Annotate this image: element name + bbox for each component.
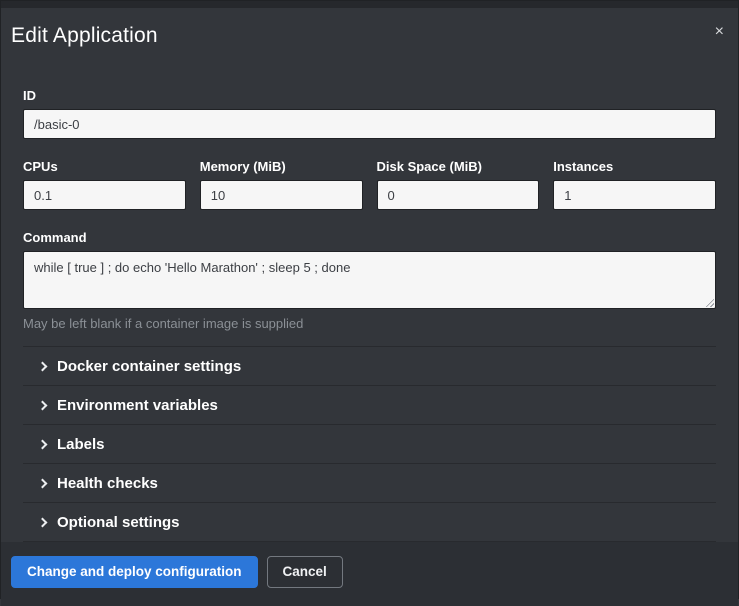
memory-field-group: Memory (MiB) [200, 159, 363, 210]
close-icon[interactable]: × [715, 24, 724, 40]
section-health-checks[interactable]: Health checks [23, 464, 716, 503]
resources-row: CPUs Memory (MiB) Disk Space (MiB) Insta… [23, 159, 716, 210]
cancel-button[interactable]: Cancel [267, 556, 343, 588]
change-and-deploy-button[interactable]: Change and deploy configuration [11, 556, 258, 588]
section-label: Docker container settings [57, 358, 241, 375]
id-input[interactable] [23, 109, 716, 139]
command-field-group: Command while [ true ] ; do echo 'Hello … [23, 230, 716, 331]
id-label: ID [23, 88, 716, 103]
chevron-right-icon [38, 478, 48, 488]
id-field-group: ID [23, 88, 716, 139]
section-label: Health checks [57, 475, 158, 492]
section-optional-settings[interactable]: Optional settings [23, 503, 716, 542]
chevron-right-icon [38, 517, 48, 527]
chevron-right-icon [38, 400, 48, 410]
cpus-field-group: CPUs [23, 159, 186, 210]
memory-input[interactable] [200, 180, 363, 210]
section-label: Optional settings [57, 514, 180, 531]
chevron-right-icon [38, 439, 48, 449]
command-textarea[interactable]: while [ true ] ; do echo 'Hello Marathon… [23, 251, 716, 309]
edit-application-modal: Edit Application × ID CPUs Memory (MiB) … [0, 0, 739, 599]
modal-footer: Change and deploy configuration Cancel [1, 542, 738, 606]
section-docker-container-settings[interactable]: Docker container settings [23, 347, 716, 386]
memory-label: Memory (MiB) [200, 159, 363, 174]
command-help-text: May be left blank if a container image i… [23, 316, 716, 331]
instances-label: Instances [553, 159, 716, 174]
instances-field-group: Instances [553, 159, 716, 210]
command-label: Command [23, 230, 716, 245]
modal-header: Edit Application × [1, 8, 738, 72]
modal-title: Edit Application [11, 24, 722, 48]
instances-input[interactable] [553, 180, 716, 210]
disk-field-group: Disk Space (MiB) [377, 159, 540, 210]
disk-label: Disk Space (MiB) [377, 159, 540, 174]
modal-top-edge [1, 1, 738, 8]
section-label: Environment variables [57, 397, 218, 414]
section-label: Labels [57, 436, 105, 453]
cpus-label: CPUs [23, 159, 186, 174]
modal-body: ID CPUs Memory (MiB) Disk Space (MiB) In… [1, 72, 738, 542]
collapsible-sections: Docker container settings Environment va… [23, 346, 716, 542]
section-labels[interactable]: Labels [23, 425, 716, 464]
disk-input[interactable] [377, 180, 540, 210]
chevron-right-icon [38, 361, 48, 371]
section-environment-variables[interactable]: Environment variables [23, 386, 716, 425]
command-textarea-wrap: while [ true ] ; do echo 'Hello Marathon… [23, 251, 716, 309]
cpus-input[interactable] [23, 180, 186, 210]
